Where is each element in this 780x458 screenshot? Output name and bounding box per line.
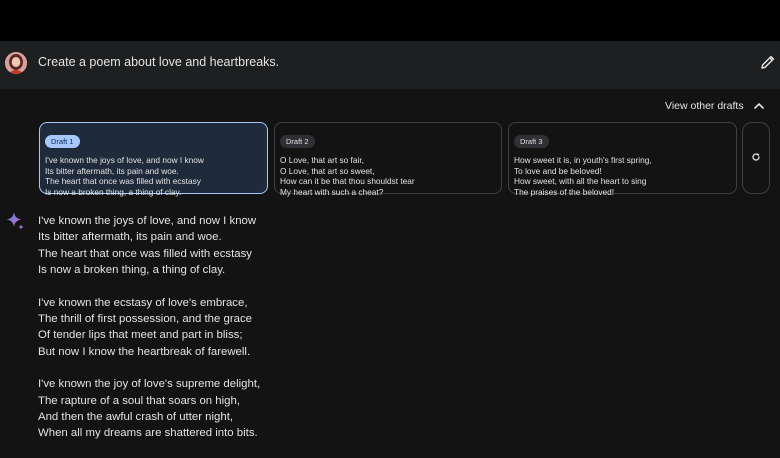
- poem-line: I've known the joys of love, and now I k…: [38, 215, 257, 227]
- draft-card-2[interactable]: Draft 2 O Love, that art so fair, O Love…: [274, 122, 502, 197]
- draft-label: Draft 1: [45, 135, 80, 148]
- draft-card-3[interactable]: Draft 3 How sweet it is, in youth's firs…: [508, 122, 737, 197]
- draft-card-1[interactable]: Draft 1 I've known the joys of love, and…: [39, 122, 268, 197]
- poem-line: The rapture of a soul that soars on high…: [38, 394, 240, 407]
- draft-preview: I've known the joys of love, and now I k…: [45, 155, 267, 197]
- poem-line: But now I know the heartbreak of farewel…: [38, 345, 251, 358]
- draft-line: Is now a broken thing, a thing of clay.: [45, 186, 182, 197]
- draft-line: I've known the joys of love, and now I k…: [45, 155, 204, 165]
- poem-stanza: I've known the joy of love's supreme del…: [38, 376, 260, 441]
- user-avatar: [5, 52, 27, 74]
- view-other-drafts-toggle[interactable]: View other drafts: [665, 99, 766, 113]
- draft-line: The praises of the beloved!: [514, 186, 615, 197]
- pencil-icon[interactable]: [760, 54, 776, 70]
- draft-line: To love and be beloved!: [514, 165, 602, 176]
- poem-line: Of tender lips that meet and part in bli…: [38, 329, 243, 342]
- draft-line: The heart that once was filled with ecst…: [45, 176, 201, 186]
- draft-label: Draft 3: [514, 135, 549, 148]
- sparkle-icon: [5, 211, 25, 231]
- poem-stanza: I've known the joys of love, and now I k…: [38, 213, 260, 278]
- poem-stanza: I've known the ecstasy of love's embrace…: [38, 295, 260, 360]
- draft-line: O Love, that art so sweet,: [280, 165, 375, 176]
- poem-line: Is now a broken thing, a thing of clay.: [38, 264, 226, 277]
- draft-preview: How sweet it is, in youth's first spring…: [514, 155, 736, 197]
- poem-line: And then the awful crash of utter night,: [38, 411, 234, 424]
- poem-line: The heart that once was filled with ecst…: [38, 247, 252, 260]
- draft-line: Its bitter aftermath, its pain and woe.: [45, 165, 179, 176]
- refresh-icon: [751, 149, 761, 167]
- draft-label: Draft 2: [280, 135, 315, 148]
- draft-line: O Love, that art so fair,: [280, 155, 364, 165]
- draft-line: How sweet it is, in youth's first spring…: [514, 155, 652, 165]
- poem-line: Its bitter aftermath, its pain and woe.: [38, 231, 222, 244]
- draft-line: How can it be that thou shouldst tear: [280, 176, 415, 186]
- poem-line: I've known the ecstasy of love's embrace…: [38, 296, 248, 309]
- view-other-drafts-label: View other drafts: [665, 100, 744, 112]
- response-poem: I've known the joys of love, and now I k…: [38, 213, 260, 458]
- draft-line: My heart with such a cheat?: [280, 186, 384, 197]
- draft-preview: O Love, that art so fair, O Love, that a…: [280, 155, 501, 197]
- poem-line: When all my dreams are shattered into bi…: [38, 427, 258, 440]
- regenerate-drafts-button[interactable]: [742, 122, 770, 194]
- draft-line: How sweet, with all the heart to sing: [514, 176, 647, 186]
- top-bar: [0, 0, 780, 41]
- poem-line: I've known the joy of love's supreme del…: [38, 378, 261, 391]
- prompt-text: Create a poem about love and heartbreaks…: [38, 55, 280, 69]
- poem-line: The thrill of first possession, and the …: [38, 313, 252, 326]
- chevron-up-icon: [752, 99, 766, 113]
